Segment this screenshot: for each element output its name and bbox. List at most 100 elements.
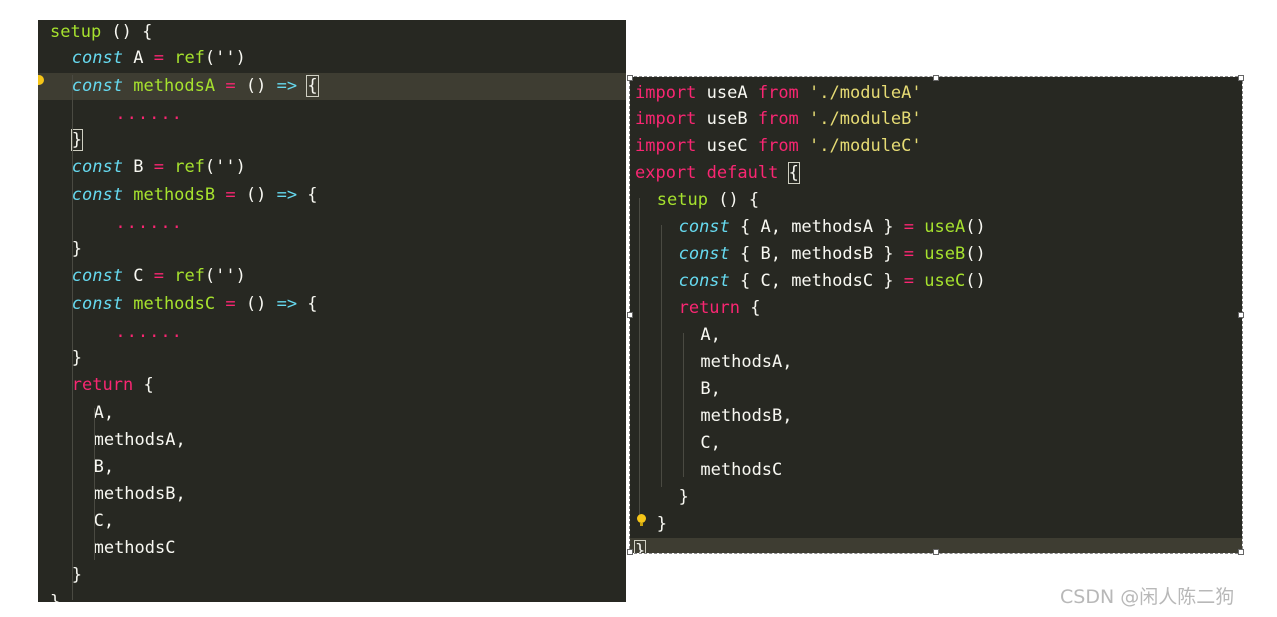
lightbulb-icon[interactable] bbox=[637, 514, 646, 526]
code-line[interactable]: A, bbox=[630, 322, 1242, 349]
code-text: methodsA, bbox=[700, 349, 792, 376]
code-line[interactable]: setup () { bbox=[38, 20, 626, 46]
code-line[interactable]: } bbox=[38, 345, 626, 372]
code-text: const methodsB = () => { bbox=[72, 182, 318, 209]
selection-handle[interactable] bbox=[1238, 549, 1244, 555]
code-line[interactable]: A, bbox=[38, 400, 626, 427]
code-line[interactable]: const A = ref('') bbox=[38, 45, 626, 72]
code-text: import useA from './moduleA' bbox=[635, 80, 922, 107]
code-token: setup bbox=[50, 22, 102, 42]
code-token: = bbox=[153, 157, 164, 177]
code-line[interactable]: methodsA, bbox=[630, 349, 1242, 376]
code-line[interactable]: } bbox=[38, 589, 626, 602]
code-text: methodsB, bbox=[700, 403, 792, 430]
code-line[interactable]: const B = ref('') bbox=[38, 154, 626, 181]
code-line[interactable]: const { C, methodsC } = useC() bbox=[630, 268, 1242, 295]
code-text: methodsA, bbox=[94, 427, 186, 454]
code-line[interactable]: methodsB, bbox=[630, 403, 1242, 430]
code-line[interactable]: } bbox=[630, 484, 1242, 511]
code-token: () bbox=[235, 76, 277, 96]
code-line[interactable]: } bbox=[38, 127, 626, 154]
code-token: => bbox=[276, 294, 298, 314]
code-line[interactable]: } bbox=[630, 511, 1242, 538]
indent-guide bbox=[661, 225, 662, 487]
code-line[interactable]: import useC from './moduleC' bbox=[630, 133, 1242, 160]
code-text: } bbox=[72, 562, 82, 589]
code-text: } bbox=[633, 538, 647, 553]
code-line[interactable]: const methodsC = () => { bbox=[38, 291, 626, 318]
code-token: A, bbox=[93, 403, 115, 423]
code-line[interactable]: methodsA, bbox=[38, 427, 626, 454]
code-token: = bbox=[153, 48, 164, 68]
code-text: return { bbox=[72, 372, 154, 399]
code-text: const B = ref('') bbox=[72, 154, 246, 181]
code-line[interactable]: import useB from './moduleB' bbox=[630, 106, 1242, 133]
selection-handle[interactable] bbox=[933, 549, 939, 555]
code-token: default bbox=[706, 163, 779, 183]
indent-guide bbox=[639, 198, 640, 517]
code-line[interactable]: return { bbox=[630, 295, 1242, 322]
selection-handle[interactable] bbox=[627, 549, 633, 555]
code-token: } bbox=[71, 565, 83, 585]
code-line[interactable]: methodsB, bbox=[38, 481, 626, 508]
code-line[interactable]: ...... bbox=[38, 210, 626, 237]
code-token: { bbox=[297, 185, 318, 205]
code-line[interactable]: methodsC bbox=[38, 535, 626, 562]
code-line[interactable]: const methodsB = () => { bbox=[38, 182, 626, 209]
code-token: const bbox=[71, 157, 123, 177]
code-line[interactable]: B, bbox=[38, 454, 626, 481]
code-token: useB bbox=[924, 244, 966, 264]
code-token: useA bbox=[696, 83, 758, 103]
code-text: const methodsA = () => { bbox=[72, 73, 319, 100]
code-token: { bbox=[297, 294, 318, 314]
code-line[interactable]: B, bbox=[630, 376, 1242, 403]
code-line[interactable]: export default { bbox=[630, 160, 1242, 187]
code-token: B, bbox=[93, 457, 115, 477]
code-line[interactable]: const C = ref('') bbox=[38, 263, 626, 290]
right-code-editor[interactable]: import useA from './moduleA' import useB … bbox=[629, 76, 1243, 554]
code-line[interactable]: C, bbox=[630, 430, 1242, 457]
code-text: setup () { bbox=[657, 187, 759, 214]
code-line[interactable]: } bbox=[38, 236, 626, 263]
code-token: methodsC bbox=[133, 294, 216, 314]
code-token: () bbox=[965, 217, 986, 237]
code-line[interactable]: } bbox=[38, 562, 626, 589]
code-text: setup () { bbox=[50, 20, 152, 46]
code-token: = bbox=[225, 294, 236, 314]
indent-guide bbox=[72, 216, 73, 237]
selection-handle[interactable] bbox=[627, 312, 633, 318]
code-token: B bbox=[122, 157, 154, 177]
code-token: { bbox=[133, 375, 154, 395]
indent-guide bbox=[72, 107, 73, 128]
code-token: } bbox=[678, 487, 689, 507]
left-code-editor[interactable]: setup () {const A = ref('') const methods… bbox=[38, 20, 626, 602]
code-line[interactable]: ...... bbox=[38, 101, 626, 128]
code-line[interactable]: ...... bbox=[38, 319, 626, 346]
code-token: = bbox=[153, 266, 164, 286]
code-line[interactable]: C, bbox=[38, 508, 626, 535]
code-line[interactable]: const methodsA = () => { bbox=[38, 73, 626, 100]
selection-handle[interactable] bbox=[1238, 75, 1244, 81]
code-token: import bbox=[635, 83, 697, 103]
code-line[interactable]: return { bbox=[38, 372, 626, 399]
code-token: methodsB, bbox=[93, 484, 186, 504]
code-line[interactable]: const { B, methodsB } = useB() bbox=[630, 241, 1242, 268]
code-line[interactable]: setup () { bbox=[630, 187, 1242, 214]
selection-handle[interactable] bbox=[1238, 312, 1244, 318]
code-text: import useB from './moduleB' bbox=[635, 106, 922, 133]
code-line[interactable]: import useA from './moduleA' bbox=[630, 80, 1242, 107]
code-token: } bbox=[71, 239, 83, 259]
code-token: methodsA, bbox=[93, 430, 186, 450]
selection-handle[interactable] bbox=[627, 75, 633, 81]
code-line[interactable]: methodsC bbox=[630, 457, 1242, 484]
selection-handle[interactable] bbox=[933, 75, 939, 81]
code-line[interactable]: const { A, methodsA } = useA() bbox=[630, 214, 1242, 241]
